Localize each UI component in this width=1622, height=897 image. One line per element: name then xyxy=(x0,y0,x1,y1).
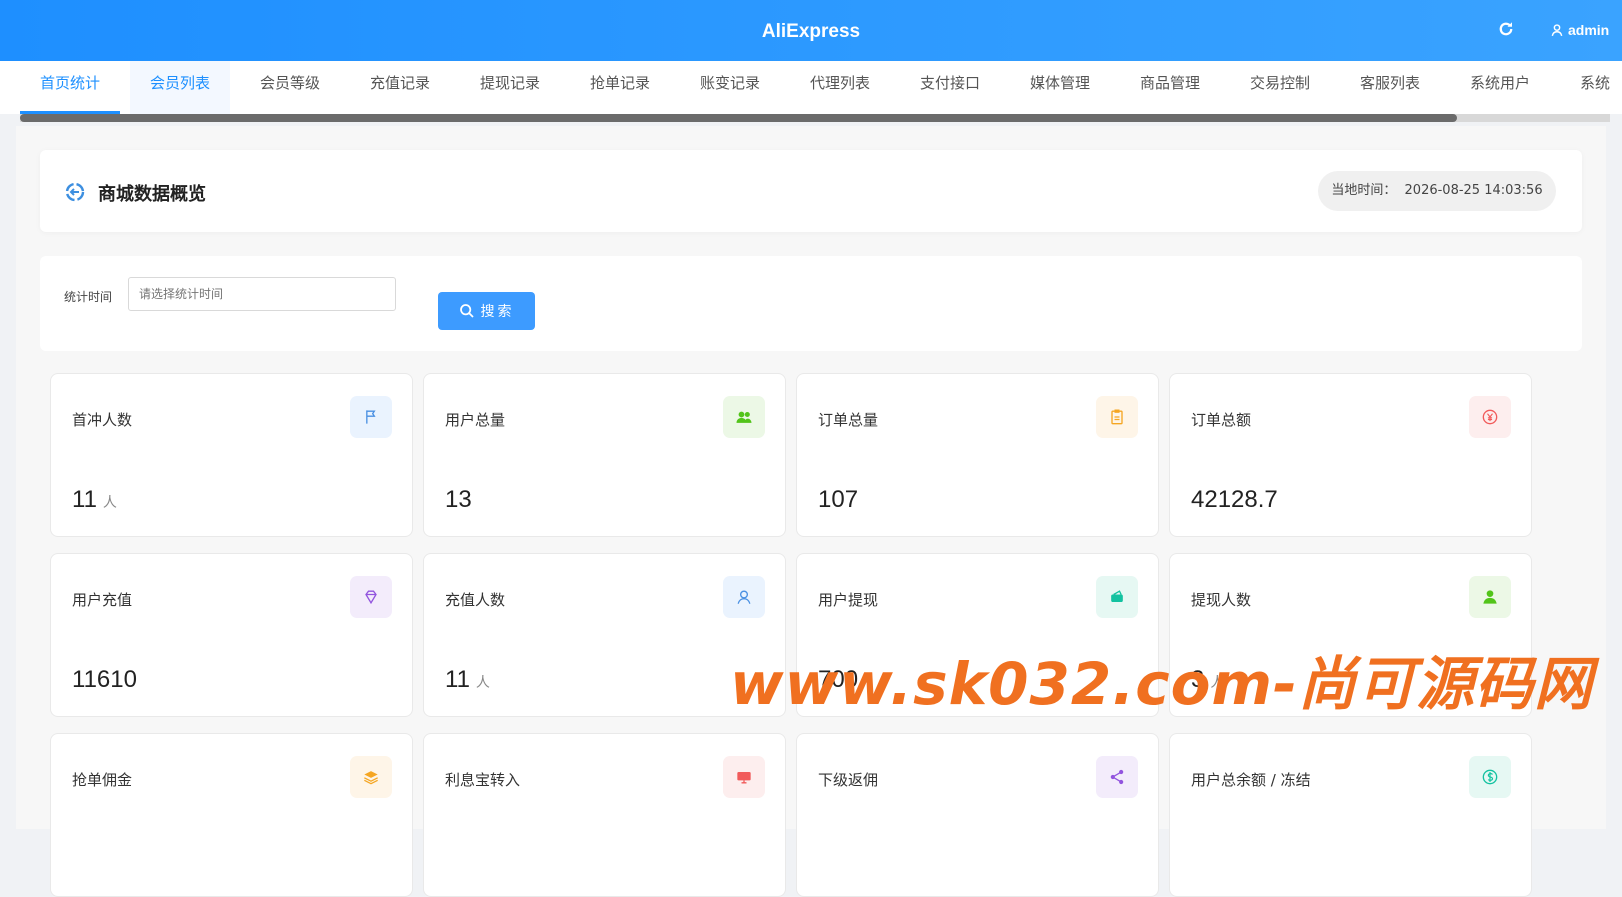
nav-tabs: 首页统计 会员列表 会员等级 充值记录 提现记录 抢单记录 账变记录 代理列表 … xyxy=(0,61,1622,114)
user-outline-icon xyxy=(723,576,765,618)
stat-card-value: 107 xyxy=(818,486,864,514)
local-time-label: 当地时间： xyxy=(1331,183,1397,198)
stat-card-first-recharge-count: 首冲人数 11 人 xyxy=(50,373,413,537)
tab-system[interactable]: 系统 xyxy=(1560,61,1622,114)
user-icon xyxy=(1551,24,1563,37)
stat-card-value: 11 人 xyxy=(72,486,117,514)
tab-withdraw-records[interactable]: 提现记录 xyxy=(460,61,560,114)
watermark-text: www.sk032.com-尚可源码网 xyxy=(730,650,1594,718)
flag-icon xyxy=(350,396,392,438)
stat-card-total-balance-frozen: 用户总余额 / 冻结 xyxy=(1169,733,1532,897)
tab-media[interactable]: 媒体管理 xyxy=(1010,61,1110,114)
stat-card-label: 下级返佣 xyxy=(818,771,879,789)
dashboard-icon xyxy=(63,180,87,204)
share-icon xyxy=(1096,756,1138,798)
stat-card-value xyxy=(72,846,78,874)
overview-panel: 商城数据概览 当地时间： 2026-08-25 14:03:56 xyxy=(40,150,1582,232)
stat-card-unit: 人 xyxy=(475,674,490,690)
stat-card-order-total-amount: 订单总额 42128.7 xyxy=(1169,373,1532,537)
stat-card-value: 42128.7 xyxy=(1191,486,1284,514)
stat-card-interest-deposit: 利息宝转入 xyxy=(423,733,786,897)
stat-card-number: 11 xyxy=(445,666,470,693)
tab-member-list[interactable]: 会员列表 xyxy=(130,61,230,114)
stat-card-number: 11610 xyxy=(72,666,137,693)
top-header: AliExpress admin xyxy=(0,0,1622,61)
user-name: admin xyxy=(1568,22,1610,38)
stat-card-label: 用户提现 xyxy=(818,591,879,609)
stat-card-label: 利息宝转入 xyxy=(445,771,521,789)
users-icon xyxy=(723,396,765,438)
stat-card-value: 11610 xyxy=(72,666,143,694)
monitor-icon xyxy=(723,756,765,798)
search-icon xyxy=(459,304,474,318)
tab-agent-list[interactable]: 代理列表 xyxy=(790,61,890,114)
stat-card-number: 11 xyxy=(72,486,97,513)
filter-panel: 统计时间 搜索 xyxy=(40,256,1582,351)
search-button-label: 搜索 xyxy=(480,304,515,320)
wallet-icon xyxy=(1096,576,1138,618)
tabs-scrollbar-thumb[interactable] xyxy=(20,114,1457,122)
tab-payment-api[interactable]: 支付接口 xyxy=(900,61,1000,114)
tab-home-stats[interactable]: 首页统计 xyxy=(20,61,120,114)
stat-card-label: 首冲人数 xyxy=(72,411,133,429)
tab-account-change[interactable]: 账变记录 xyxy=(680,61,780,114)
stat-card-label: 抢单佣金 xyxy=(72,771,133,789)
stat-time-label: 统计时间 xyxy=(64,290,113,304)
stat-card-number: 13 xyxy=(445,486,472,513)
page-title: 商城数据概览 xyxy=(98,184,206,205)
stat-card-label: 充值人数 xyxy=(445,591,506,609)
user-menu[interactable]: admin xyxy=(1550,20,1609,40)
stat-card-total-users: 用户总量 13 xyxy=(423,373,786,537)
tab-recharge-records[interactable]: 充值记录 xyxy=(350,61,450,114)
stat-card-label: 用户充值 xyxy=(72,591,133,609)
brand-title: AliExpress xyxy=(761,21,861,42)
stat-card-total-orders: 订单总量 107 xyxy=(796,373,1159,537)
stat-card-unit: 人 xyxy=(102,494,117,510)
stat-card-label: 提现人数 xyxy=(1191,591,1252,609)
local-time-badge: 当地时间： 2026-08-25 14:03:56 xyxy=(1318,171,1556,211)
layers-icon xyxy=(350,756,392,798)
tab-support-list[interactable]: 客服列表 xyxy=(1340,61,1440,114)
diamond-icon xyxy=(350,576,392,618)
clipboard-icon xyxy=(1096,396,1138,438)
tab-trade-control[interactable]: 交易控制 xyxy=(1230,61,1330,114)
tab-grab-order-records[interactable]: 抢单记录 xyxy=(570,61,670,114)
yen-icon xyxy=(1469,396,1511,438)
user-icon xyxy=(1469,576,1511,618)
dollar-icon xyxy=(1469,756,1511,798)
search-button[interactable]: 搜索 xyxy=(438,292,535,330)
stat-card-label: 订单总额 xyxy=(1191,411,1252,429)
stat-card-label: 用户总余额 / 冻结 xyxy=(1191,771,1311,789)
stat-card-value: 13 xyxy=(445,486,478,514)
stat-time-input[interactable] xyxy=(128,277,396,311)
tab-system-users[interactable]: 系统用户 xyxy=(1450,61,1550,114)
stat-card-number: 42128.7 xyxy=(1191,486,1278,513)
stat-card-user-recharge: 用户充值 11610 xyxy=(50,553,413,717)
tab-member-level[interactable]: 会员等级 xyxy=(240,61,340,114)
stat-card-value xyxy=(818,846,824,874)
stat-card-value: 11 人 xyxy=(445,666,490,694)
refresh-icon[interactable] xyxy=(1497,20,1515,38)
stat-card-number: 107 xyxy=(818,486,859,513)
stat-card-value xyxy=(445,846,451,874)
stat-card-label: 用户总量 xyxy=(445,411,506,429)
stat-card-label: 订单总量 xyxy=(818,411,879,429)
tab-products[interactable]: 商品管理 xyxy=(1120,61,1220,114)
stat-card-value xyxy=(1191,846,1197,874)
stat-card-subordinate-rebate: 下级返佣 xyxy=(796,733,1159,897)
stat-card-grab-order-commission: 抢单佣金 xyxy=(50,733,413,897)
local-time-value: 2026-08-25 14:03:56 xyxy=(1404,183,1543,198)
